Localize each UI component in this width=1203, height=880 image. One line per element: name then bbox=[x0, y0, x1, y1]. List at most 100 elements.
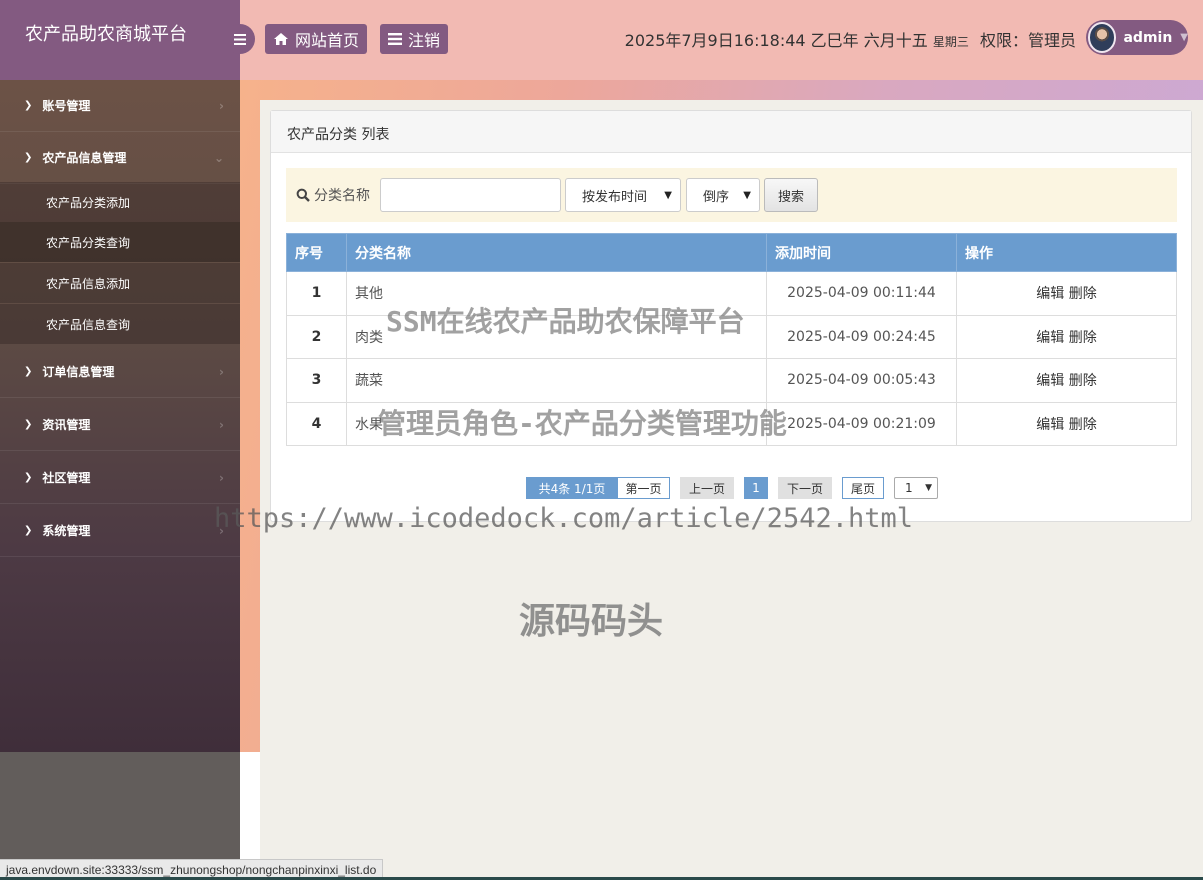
chevron-down-icon: ⌄ bbox=[213, 150, 224, 165]
table-row: 3 蔬菜 2025-04-09 00:05:43 编辑 删除 bbox=[286, 358, 1177, 403]
sidebar-subitem-label: 农产品信息查询 bbox=[46, 317, 131, 332]
edit-link[interactable]: 编辑 bbox=[1036, 330, 1064, 346]
chevron-right-icon: ❯ bbox=[24, 472, 33, 483]
sidebar-subitem-product-query[interactable]: 农产品信息查询 bbox=[0, 304, 240, 344]
weekday-text: 星期三 bbox=[932, 35, 969, 49]
chevron-right-icon: › bbox=[219, 364, 224, 379]
sidebar-item-label: 订单信息管理 bbox=[42, 365, 115, 379]
watermark-brand: 源码码头 bbox=[519, 601, 664, 642]
chevron-down-icon: ▼ bbox=[925, 483, 932, 493]
last-page-button[interactable]: 尾页 bbox=[842, 477, 884, 499]
delete-link[interactable]: 删除 bbox=[1069, 286, 1097, 302]
row-id: 4 bbox=[286, 401, 347, 446]
sidebar-toggle-button[interactable] bbox=[225, 24, 255, 54]
sidebar-subitem-label: 农产品信息添加 bbox=[46, 276, 131, 291]
watermark-url: https://www.icodedock.com/article/2542.h… bbox=[214, 503, 913, 534]
prev-page-button[interactable]: 上一页 bbox=[680, 477, 734, 499]
edit-link[interactable]: 编辑 bbox=[1036, 417, 1064, 433]
chevron-right-icon: ❯ bbox=[24, 525, 33, 536]
username: admin bbox=[1123, 29, 1173, 46]
chevron-right-icon: › bbox=[219, 470, 224, 485]
panel-title: 农产品分类 列表 bbox=[271, 111, 1191, 153]
sidebar-subitem-category-add[interactable]: 农产品分类添加 bbox=[0, 182, 240, 222]
sidebar-item-label: 资讯管理 bbox=[42, 418, 91, 432]
avatar bbox=[1088, 22, 1117, 53]
sidebar-item-label: 社区管理 bbox=[42, 471, 91, 485]
watermark-subtitle: 管理员角色-农产品分类管理功能 bbox=[378, 407, 787, 440]
category-name-input[interactable] bbox=[380, 178, 561, 212]
list-icon bbox=[388, 32, 402, 46]
first-page-button[interactable]: 第一页 bbox=[617, 477, 670, 499]
sort-field-select[interactable]: 按发布时间 ▼ bbox=[565, 178, 681, 212]
chevron-down-icon: ▼ bbox=[743, 189, 751, 201]
sort-order-value: 倒序 bbox=[703, 189, 730, 205]
delete-link[interactable]: 删除 bbox=[1069, 417, 1097, 433]
page-select-value: 1 bbox=[905, 481, 913, 495]
search-icon bbox=[296, 188, 310, 202]
table-header-row: 序号 分类名称 添加时间 操作 bbox=[286, 233, 1177, 272]
chevron-right-icon: ❯ bbox=[24, 366, 33, 377]
sidebar-subitem-product-add[interactable]: 农产品信息添加 bbox=[0, 263, 240, 303]
sidebar-item-label: 农产品信息管理 bbox=[42, 151, 127, 165]
row-actions: 编辑 删除 bbox=[956, 271, 1177, 316]
datetime-text: 2025年7月9日16:18:44 乙巳年 六月十五 bbox=[624, 31, 928, 50]
search-button[interactable]: 搜索 bbox=[764, 178, 818, 212]
sidebar-item-label: 系统管理 bbox=[42, 524, 91, 538]
row-time: 2025-04-09 00:05:43 bbox=[766, 358, 957, 403]
current-page-button[interactable]: 1 bbox=[744, 477, 768, 499]
edit-link[interactable]: 编辑 bbox=[1036, 373, 1064, 389]
sort-order-select[interactable]: 倒序 ▼ bbox=[686, 178, 760, 212]
search-label-text: 分类名称 bbox=[314, 188, 370, 204]
edit-link[interactable]: 编辑 bbox=[1036, 286, 1064, 302]
row-actions: 编辑 删除 bbox=[956, 401, 1177, 446]
chevron-right-icon: › bbox=[219, 98, 224, 113]
app-title: 农产品助农商城平台 bbox=[0, 0, 240, 80]
row-time: 2025-04-09 00:21:09 bbox=[766, 401, 957, 446]
delete-link[interactable]: 删除 bbox=[1069, 373, 1097, 389]
column-header-time: 添加时间 bbox=[766, 233, 957, 272]
row-actions: 编辑 删除 bbox=[956, 314, 1177, 359]
chevron-down-icon: ▼ bbox=[664, 189, 672, 201]
row-time: 2025-04-09 00:11:44 bbox=[766, 271, 957, 316]
delete-link[interactable]: 删除 bbox=[1069, 330, 1097, 346]
sidebar-subitem-label: 农产品分类查询 bbox=[46, 235, 131, 250]
sidebar-subitem-category-query[interactable]: 农产品分类查询 bbox=[0, 222, 240, 262]
home-icon bbox=[273, 32, 289, 46]
column-header-id: 序号 bbox=[286, 233, 347, 272]
pagination-info: 共4条 1/1页 bbox=[526, 477, 618, 499]
sidebar-item-product-info[interactable]: ❯ 农产品信息管理 ⌄ bbox=[0, 132, 240, 184]
row-name: 蔬菜 bbox=[346, 358, 767, 403]
logout-button[interactable]: 注销 bbox=[380, 24, 449, 54]
chevron-right-icon: ❯ bbox=[24, 419, 33, 430]
role-text: 权限：管理员 bbox=[979, 31, 1076, 50]
column-header-actions: 操作 bbox=[956, 233, 1177, 272]
user-menu[interactable]: admin ▼ bbox=[1086, 20, 1188, 55]
row-id: 3 bbox=[286, 358, 347, 403]
sidebar-item-orders[interactable]: ❯ 订单信息管理 › bbox=[0, 346, 240, 398]
logout-button-label: 注销 bbox=[408, 31, 441, 50]
next-page-button[interactable]: 下一页 bbox=[778, 477, 832, 499]
menu-icon bbox=[234, 33, 246, 45]
sidebar-item-system[interactable]: ❯ 系统管理 › bbox=[0, 505, 240, 557]
sidebar-item-news[interactable]: ❯ 资讯管理 › bbox=[0, 399, 240, 451]
row-id: 2 bbox=[286, 314, 347, 359]
search-label: 分类名称 bbox=[296, 185, 370, 205]
sidebar-item-label: 账号管理 bbox=[42, 99, 91, 113]
sort-field-value: 按发布时间 bbox=[582, 189, 648, 205]
home-button[interactable]: 网站首页 bbox=[265, 24, 368, 54]
column-header-name: 分类名称 bbox=[346, 233, 767, 272]
watermark-title: SSM在线农产品助农保障平台 bbox=[386, 305, 745, 338]
sidebar-item-account[interactable]: ❯ 账号管理 › bbox=[0, 80, 240, 132]
sidebar: ❯ 账号管理 › ❯ 农产品信息管理 ⌄ 农产品分类添加 农产品分类查询 农产品… bbox=[0, 80, 240, 752]
search-bar: 分类名称 按发布时间 ▼ 倒序 ▼ 搜索 bbox=[286, 168, 1177, 222]
row-time: 2025-04-09 00:24:45 bbox=[766, 314, 957, 359]
chevron-right-icon: › bbox=[219, 417, 224, 432]
chevron-right-icon: ❯ bbox=[24, 152, 33, 163]
header-info: 2025年7月9日16:18:44 乙巳年 六月十五 星期三 权限：管理员 bbox=[625, 27, 1076, 51]
page-select[interactable]: 1 ▼ bbox=[894, 477, 938, 499]
chevron-right-icon: ❯ bbox=[24, 100, 33, 111]
caret-down-icon: ▼ bbox=[1180, 32, 1188, 43]
row-actions: 编辑 删除 bbox=[956, 358, 1177, 403]
sidebar-item-community[interactable]: ❯ 社区管理 › bbox=[0, 452, 240, 504]
row-id: 1 bbox=[286, 271, 347, 316]
